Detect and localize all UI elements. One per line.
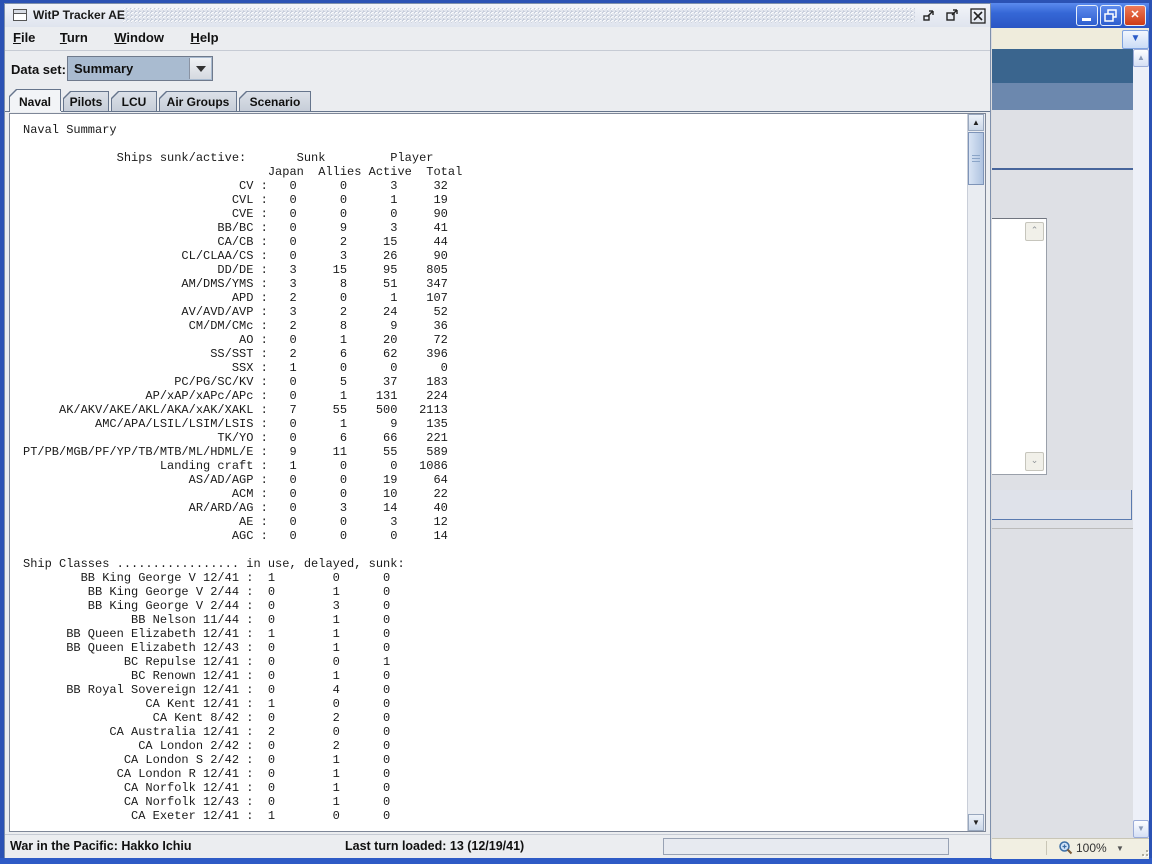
page-header-band [992, 49, 1133, 83]
list-scroll-down-button[interactable]: ⌄ [1025, 452, 1044, 471]
browser-scroll-up-button[interactable]: ▲ [1133, 49, 1149, 67]
tab-scenario[interactable]: Scenario [239, 91, 311, 112]
statusbar-divider [1046, 841, 1047, 855]
close-window-button[interactable] [969, 7, 986, 24]
zoom-dropdown-caret-icon[interactable]: ▼ [1116, 844, 1124, 853]
tab-pilots[interactable]: Pilots [63, 91, 109, 112]
scenario-name: War in the Pacific: Hakko Ichiu [10, 839, 192, 853]
dataset-row: Data set: Summary [5, 51, 990, 89]
tab-bar: Naval Pilots LCU Air Groups Scenario [5, 89, 990, 112]
xp-window-border-bottom [0, 858, 1152, 864]
resize-grip[interactable] [1138, 846, 1148, 856]
chevron-down-icon: ▼ [1130, 33, 1141, 44]
close-icon: ✕ [1130, 9, 1140, 21]
app-icon [13, 9, 27, 21]
dataset-selected-value: Summary [74, 61, 134, 76]
report-scrollbar[interactable]: ▲ ▼ [967, 114, 985, 831]
statusbar-progress-field [663, 838, 949, 855]
menu-turn[interactable]: Turn [52, 27, 96, 45]
browser-scroll-down-button[interactable]: ▼ [1133, 820, 1149, 838]
dataset-combobox[interactable]: Summary [67, 56, 213, 81]
scroll-down-button[interactable]: ▼ [968, 814, 984, 831]
maximize-button[interactable] [944, 7, 961, 24]
page-separator [992, 168, 1133, 170]
tab-content: Naval Summary Ships sunk/active: Sunk Pl… [7, 112, 988, 834]
scrollbar-thumb[interactable] [968, 132, 984, 185]
xp-close-button[interactable]: ✕ [1124, 5, 1146, 26]
tab-lcu[interactable]: LCU [111, 91, 157, 112]
xp-restore-button[interactable] [1100, 5, 1122, 26]
page-list-box: ⌃ ⌄ [992, 218, 1047, 475]
app-titlebar[interactable]: WitP Tracker AE [5, 4, 990, 28]
triangle-down-icon: ▼ [972, 818, 980, 827]
combobox-arrow-button[interactable] [189, 58, 211, 79]
minimize-icon [1082, 18, 1091, 21]
page-separator-2 [992, 528, 1133, 529]
menu-help[interactable]: Help [182, 27, 226, 45]
desktop: ✕ ▼ ⌃ ⌄ ▲ ▼ 100% ▼ WitP Tracker AE File … [0, 0, 1152, 864]
triangle-up-icon: ▲ [972, 118, 980, 127]
dataset-label: Data set: [11, 62, 66, 77]
titlebar-texture [123, 8, 915, 23]
list-scroll-up-button[interactable]: ⌃ [1025, 222, 1044, 241]
zoom-magnifier-icon [1059, 841, 1073, 855]
menu-window[interactable]: Window [106, 27, 172, 45]
browser-scrollbar-track[interactable] [1133, 49, 1149, 838]
report-scroll-area: Naval Summary Ships sunk/active: Sunk Pl… [9, 113, 986, 832]
browser-zoom-level[interactable]: 100% [1076, 841, 1107, 855]
iconify-button[interactable] [921, 7, 938, 24]
triangle-down-icon: ▼ [1137, 824, 1145, 833]
thumb-grip [972, 155, 980, 162]
menubar: File Turn Window Help [5, 27, 990, 51]
app-title: WitP Tracker AE [33, 8, 125, 22]
chevron-down-icon: ⌄ [1030, 455, 1039, 465]
tab-air-groups[interactable]: Air Groups [159, 91, 237, 112]
naval-summary-text: Naval Summary Ships sunk/active: Sunk Pl… [23, 123, 463, 823]
triangle-up-icon: ▲ [1137, 53, 1145, 62]
menu-file[interactable]: File [5, 27, 43, 45]
scroll-up-button[interactable]: ▲ [968, 114, 984, 131]
app-window: WitP Tracker AE File Turn Window Help Da… [4, 3, 991, 858]
chevron-up-icon: ⌃ [1030, 225, 1039, 235]
page-subheader-band [992, 83, 1133, 110]
toolbar-dropdown-button[interactable]: ▼ [1122, 30, 1149, 49]
restore-icon [1104, 9, 1117, 22]
tab-naval[interactable]: Naval [9, 89, 61, 112]
app-statusbar: War in the Pacific: Hakko Ichiu Last tur… [5, 834, 990, 858]
page-panel [992, 490, 1132, 520]
xp-minimize-button[interactable] [1076, 5, 1098, 26]
last-turn-loaded: Last turn loaded: 13 (12/19/41) [345, 839, 525, 853]
